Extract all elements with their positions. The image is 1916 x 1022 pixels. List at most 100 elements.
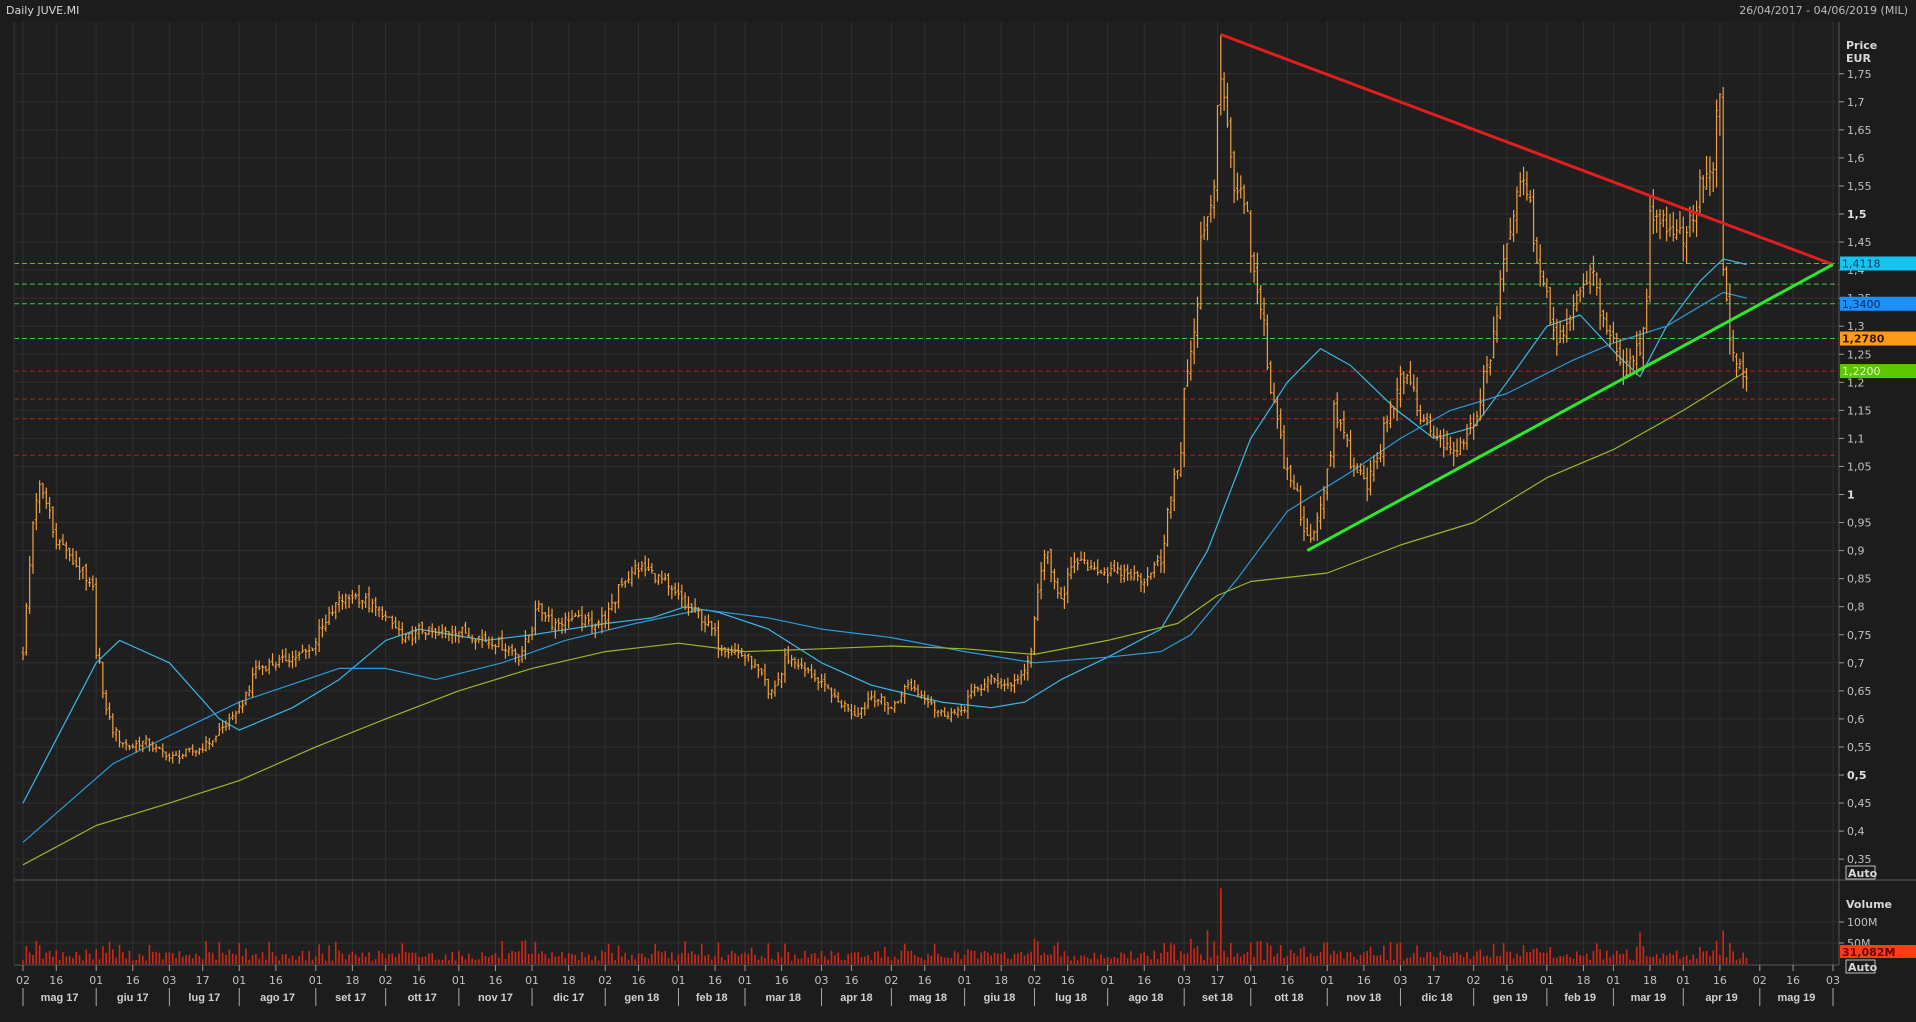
volume-axis[interactable]: 100M50M <box>1839 916 1878 950</box>
date-tick-label: 16 <box>632 974 646 987</box>
date-tick-label: 16 <box>1061 974 1075 987</box>
date-tick-label: 03 <box>1177 974 1191 987</box>
price-tick-label: 0,7 <box>1847 657 1865 670</box>
price-tick-label: 0,95 <box>1847 517 1872 530</box>
date-tick-label: 17 <box>196 974 210 987</box>
date-tick-label: 01 <box>738 974 752 987</box>
price-tick-label: 0,4 <box>1847 825 1865 838</box>
volume-tick-label: 100M <box>1847 916 1878 929</box>
date-tick-label: 02 <box>884 974 898 987</box>
month-label: lug 18 <box>1055 992 1087 1004</box>
price-tick-label: 1,45 <box>1847 236 1872 249</box>
price-tick-label: 0,45 <box>1847 797 1872 810</box>
month-label: apr 18 <box>840 992 872 1004</box>
date-tick-label: 16 <box>918 974 932 987</box>
date-tick-label: 17 <box>1427 974 1441 987</box>
date-tick-label: 02 <box>1027 974 1041 987</box>
date-tick-label: 18 <box>345 974 359 987</box>
date-tick-label: 01 <box>232 974 246 987</box>
date-tick-label: 16 <box>126 974 140 987</box>
price-tick-label: 1,55 <box>1847 180 1872 193</box>
date-tick-label: 16 <box>412 974 426 987</box>
date-tick-label: 03 <box>1826 974 1840 987</box>
price-tick-label: 0,8 <box>1847 601 1865 614</box>
price-tick-label: 1,05 <box>1847 460 1872 473</box>
price-axis-title: Price <box>1846 39 1877 52</box>
date-tick-label: 02 <box>16 974 30 987</box>
month-label: set 18 <box>1202 992 1233 1004</box>
price-axis-currency: EUR <box>1846 52 1871 65</box>
month-label: giu 18 <box>984 992 1016 1004</box>
date-tick-label: 03 <box>1393 974 1407 987</box>
month-label: nov 18 <box>1346 992 1381 1004</box>
price-auto-label[interactable]: Auto <box>1848 867 1878 880</box>
price-tick-label: 1,5 <box>1847 208 1867 221</box>
date-tick-label: 01 <box>958 974 972 987</box>
date-tick-label: 01 <box>1606 974 1620 987</box>
volume-last-label: 31,082M <box>1842 946 1895 959</box>
price-tick-label: 1,6 <box>1847 152 1865 165</box>
date-tick-label: 16 <box>1786 974 1800 987</box>
month-label: ago 17 <box>260 992 295 1004</box>
month-label: giu 17 <box>117 992 149 1004</box>
month-label: dic 17 <box>553 992 584 1004</box>
price-tick-label: 1,65 <box>1847 124 1872 137</box>
date-tick-label: 18 <box>562 974 576 987</box>
time-axis[interactable]: 02 16 01 16 03 17 01 16 01 18 02 16 01 16 01 18 02 16 01 16… <box>16 965 1840 1006</box>
month-label: gen 18 <box>624 992 659 1004</box>
month-label: feb 18 <box>696 992 728 1004</box>
date-tick-label: 02 <box>379 974 393 987</box>
date-tick-label: 18 <box>1643 974 1657 987</box>
month-label: ago 18 <box>1129 992 1164 1004</box>
month-label: mag 19 <box>1777 992 1815 1004</box>
volume-auto-label[interactable]: Auto <box>1848 961 1878 974</box>
price-tick-label: 1,25 <box>1847 348 1872 361</box>
date-tick-label: 18 <box>994 974 1008 987</box>
date-tick-label: 01 <box>1676 974 1690 987</box>
month-label: gen 19 <box>1493 992 1528 1004</box>
price-tick-label: 1,15 <box>1847 404 1872 417</box>
date-tick-label: 18 <box>1576 974 1590 987</box>
date-tick-label: 01 <box>452 974 466 987</box>
price-chart[interactable]: 1,751,71,651,61,551,51,451,41,351,31,251… <box>0 0 1916 1022</box>
volume-axis-title: Volume <box>1846 898 1892 911</box>
date-tick-label: 17 <box>1210 974 1224 987</box>
date-tick-label: 01 <box>309 974 323 987</box>
price-tick-label: 1,2 <box>1847 376 1865 389</box>
date-tick-label: 02 <box>1467 974 1481 987</box>
date-tick-label: 16 <box>49 974 63 987</box>
month-label: apr 19 <box>1705 992 1737 1004</box>
date-tick-label: 16 <box>1713 974 1727 987</box>
month-label: ott 18 <box>1274 992 1303 1004</box>
price-tick-label: 0,35 <box>1847 853 1872 866</box>
price-tick-label: 1,1 <box>1847 432 1865 445</box>
price-tick-label: 1,7 <box>1847 96 1865 109</box>
date-tick-label: 01 <box>1540 974 1554 987</box>
date-tick-label: 03 <box>162 974 176 987</box>
date-tick-label: 01 <box>89 974 103 987</box>
date-tick-label: 16 <box>844 974 858 987</box>
month-label: set 17 <box>335 992 366 1004</box>
date-tick-label: 01 <box>671 974 685 987</box>
price-tick-label: 1,3 <box>1847 320 1865 333</box>
date-tick-label: 16 <box>269 974 283 987</box>
date-tick-label: 01 <box>1101 974 1115 987</box>
price-axis[interactable]: 1,751,71,651,61,551,51,451,41,351,31,251… <box>1839 68 1872 866</box>
month-label: feb 19 <box>1564 992 1596 1004</box>
price-tick-label: 0,5 <box>1847 769 1867 782</box>
date-tick-label: 02 <box>598 974 612 987</box>
month-label: mar 19 <box>1631 992 1666 1004</box>
price-tick-label: 0,6 <box>1847 713 1865 726</box>
date-tick-label: 16 <box>708 974 722 987</box>
date-tick-label: 16 <box>775 974 789 987</box>
price-tick-label: 1,75 <box>1847 68 1872 81</box>
price-tick-label: 0,55 <box>1847 741 1872 754</box>
price-label: 1,4118 <box>1842 257 1881 270</box>
date-tick-label: 16 <box>488 974 502 987</box>
date-tick-label: 01 <box>525 974 539 987</box>
date-tick-label: 16 <box>1357 974 1371 987</box>
month-label: nov 17 <box>478 992 513 1004</box>
month-label: lug 17 <box>188 992 220 1004</box>
month-label: ott 17 <box>408 992 437 1004</box>
month-label: dic 18 <box>1421 992 1452 1004</box>
